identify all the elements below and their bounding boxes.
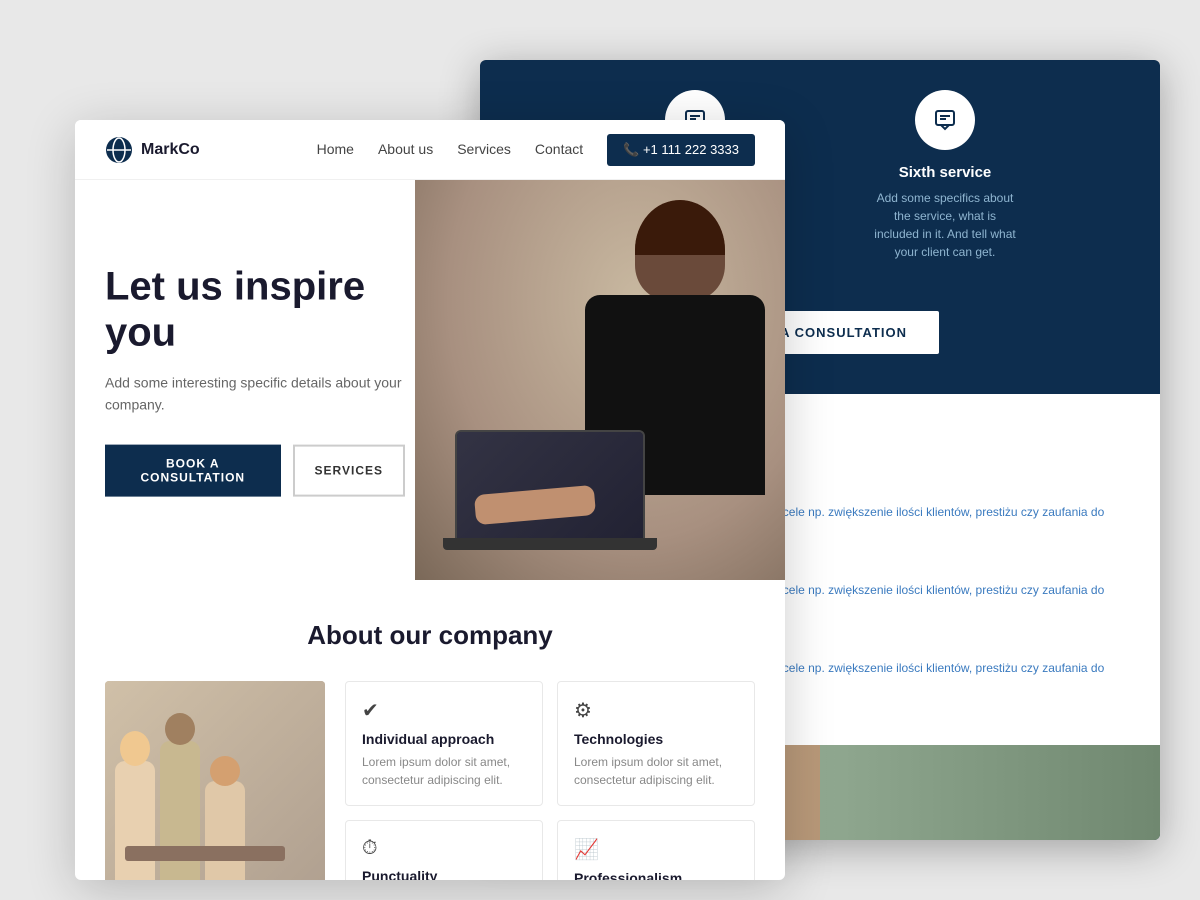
nav-home[interactable]: Home: [317, 141, 354, 159]
team-photo: [105, 681, 325, 880]
feature-technologies: ⚙ Technologies Lorem ipsum dolor sit ame…: [557, 681, 755, 806]
hero-subtitle: Add some interesting specific details ab…: [105, 372, 405, 417]
features-grid: ✔ Individual approach Lorem ipsum dolor …: [345, 681, 755, 880]
clock-icon: ⏱: [362, 837, 526, 860]
logo-icon: [105, 136, 133, 164]
front-card: MarkCo Home About us Services Contact 📞 …: [75, 120, 785, 880]
chart-icon: 📈: [574, 837, 738, 862]
feature-professionalism-title: Professionalism: [574, 870, 738, 880]
checkmark-icon: ✔: [362, 698, 526, 723]
laptop-base: [443, 538, 657, 550]
feature-technologies-desc: Lorem ipsum dolor sit amet, consectetur …: [574, 753, 738, 789]
hero-title: Let us inspire you: [105, 264, 405, 356]
hero-buttons: BOOK A CONSULTATION SERVICES: [105, 444, 405, 496]
phone-icon: 📞: [623, 142, 643, 157]
hero-image: [415, 180, 785, 580]
nav-contact[interactable]: Contact: [535, 141, 583, 159]
navbar: MarkCo Home About us Services Contact 📞 …: [75, 120, 785, 180]
sixth-service-icon: [915, 90, 975, 150]
sixth-service-desc: Add some specifics about the service, wh…: [870, 189, 1020, 261]
logo-text: MarkCo: [141, 141, 200, 159]
feature-individual-title: Individual approach: [362, 731, 526, 747]
person-head: [635, 200, 725, 300]
feature-technologies-title: Technologies: [574, 731, 738, 747]
about-title: About our company: [105, 620, 755, 651]
logo: MarkCo: [105, 136, 200, 164]
hero-content: Let us inspire you Add some interesting …: [105, 264, 405, 497]
nav-services[interactable]: Services: [457, 141, 511, 159]
service-item-sixth: Sixth service Add some specifics about t…: [870, 90, 1020, 261]
feature-punctuality: ⏱ Punctuality: [345, 820, 543, 880]
feature-individual-desc: Lorem ipsum dolor sit amet, consectetur …: [362, 753, 526, 789]
phone-number: +1 111 222 3333: [643, 142, 739, 157]
about-section: About our company: [75, 580, 785, 880]
phone-button[interactable]: 📞 +1 111 222 3333: [607, 134, 755, 166]
feature-professionalism: 📈 Professionalism: [557, 820, 755, 880]
sixth-service-title: Sixth service: [899, 164, 992, 181]
hero-cta-primary[interactable]: BOOK A CONSULTATION: [105, 444, 281, 496]
nav-links: Home About us Services Contact: [317, 141, 584, 159]
hero-cta-secondary[interactable]: SERVICES: [293, 444, 405, 496]
leaves-decoration: [860, 825, 1160, 840]
about-content: ✔ Individual approach Lorem ipsum dolor …: [105, 681, 755, 880]
feature-individual: ✔ Individual approach Lorem ipsum dolor …: [345, 681, 543, 806]
nav-about[interactable]: About us: [378, 141, 433, 159]
gear-icon: ⚙: [574, 698, 738, 723]
feature-punctuality-title: Punctuality: [362, 868, 526, 880]
hero-section: Let us inspire you Add some interesting …: [75, 180, 785, 580]
